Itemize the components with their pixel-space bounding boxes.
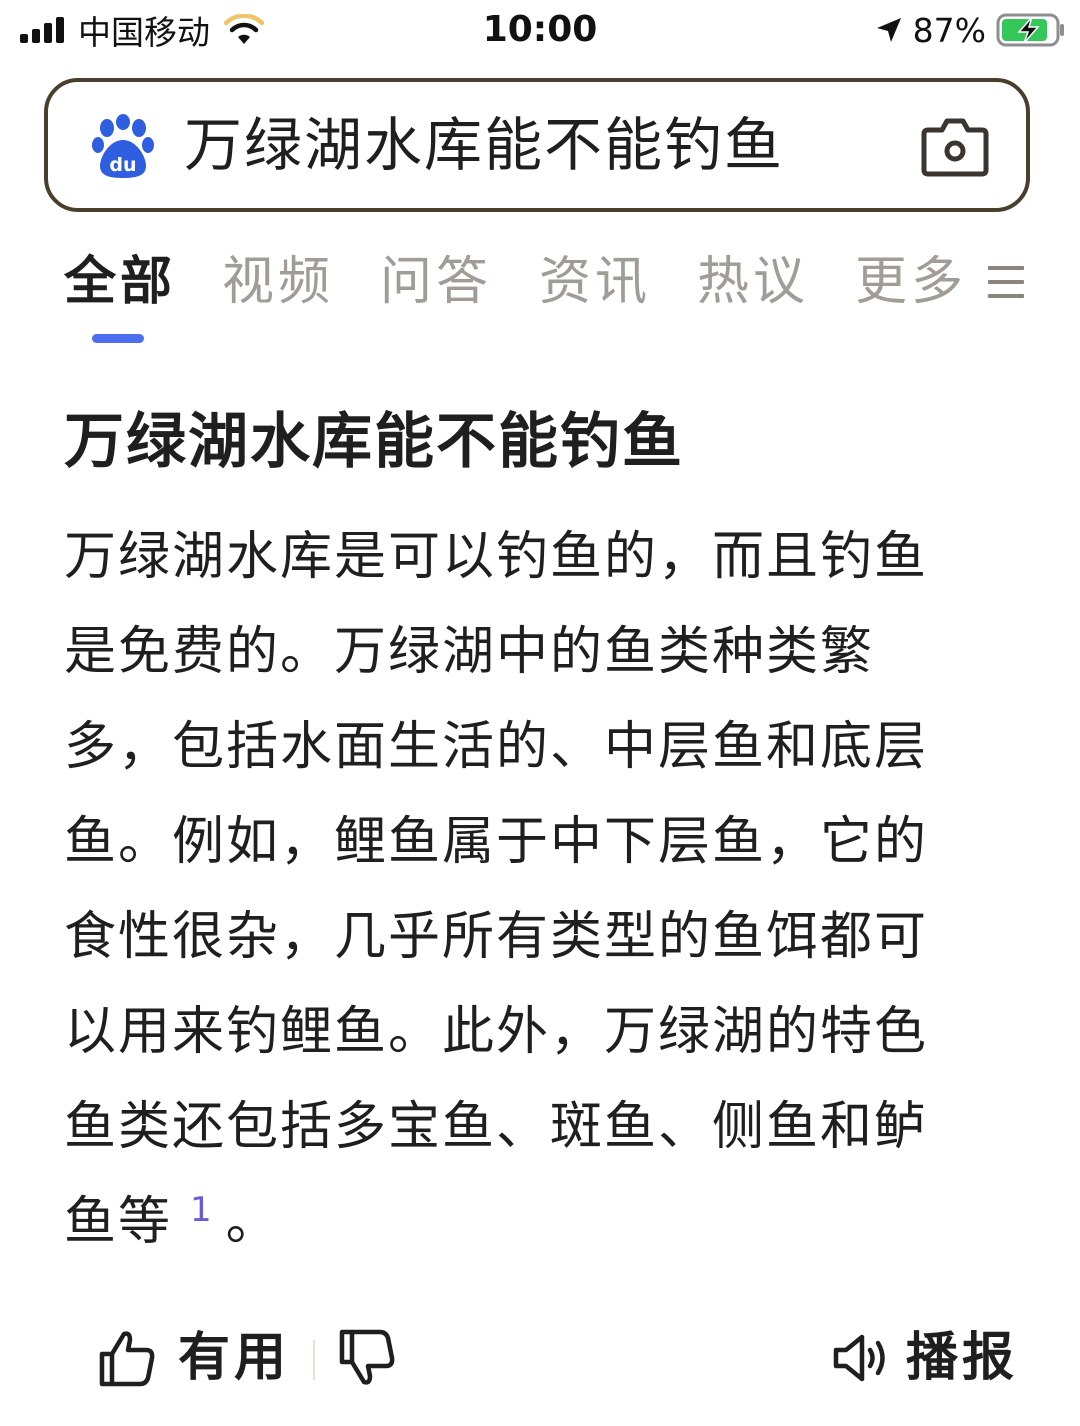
speaker-icon	[833, 1334, 885, 1382]
useful-label: 有用	[178, 1328, 291, 1388]
location-arrow-icon	[876, 18, 901, 42]
result-title: 万绿湖水库能不能钓鱼	[64, 407, 684, 477]
tab-news[interactable]: 资讯	[539, 244, 651, 320]
camera-icon[interactable]	[920, 114, 990, 178]
search-input[interactable]: 万绿湖水库能不能钓鱼	[184, 82, 784, 208]
tab-video[interactable]: 视频	[222, 244, 334, 320]
result-body: 万绿湖水库是可以钓鱼的，而且钓鱼是免费的。万绿湖中的鱼类种类繁多，包括水面生活的…	[64, 510, 974, 1270]
tab-all[interactable]: 全部	[64, 244, 176, 320]
not-useful-button[interactable]	[338, 1316, 396, 1400]
result-body-ending: 。	[225, 1192, 280, 1252]
thumbs-up-icon	[99, 1331, 155, 1387]
thumbs-down-icon	[339, 1329, 395, 1385]
svg-text:du: du	[109, 154, 136, 176]
result-body-text: 万绿湖水库是可以钓鱼的，而且钓鱼是免费的。万绿湖中的鱼类种类繁多，包括水面生活的…	[64, 527, 929, 1252]
baidu-paw-icon[interactable]: du	[90, 114, 156, 180]
tab-discussion[interactable]: 热议	[697, 244, 809, 320]
search-box[interactable]: du 万绿湖水库能不能钓鱼	[44, 78, 1030, 212]
broadcast-label: 播报	[906, 1328, 1019, 1388]
battery-charging-icon	[996, 13, 1064, 47]
citation-marker[interactable]: 1	[190, 1190, 214, 1230]
tab-qa[interactable]: 问答	[380, 244, 492, 320]
feedback-divider	[313, 1340, 315, 1380]
broadcast-button[interactable]: 播报	[832, 1316, 1018, 1400]
useful-button[interactable]: 有用	[98, 1316, 290, 1400]
tab-bar: 全部 视频 问答 资讯 热议 更多	[0, 244, 1080, 354]
battery-percentage: 87%	[912, 10, 986, 50]
active-tab-indicator	[92, 334, 144, 343]
status-bar: 中国移动 10:00 87%	[0, 0, 1080, 60]
tab-more[interactable]: 更多	[855, 244, 967, 320]
hamburger-menu-icon[interactable]	[986, 262, 1026, 302]
feedback-bar: 有用 播报	[0, 1316, 1080, 1400]
status-bar-right: 87%	[875, 8, 1066, 52]
